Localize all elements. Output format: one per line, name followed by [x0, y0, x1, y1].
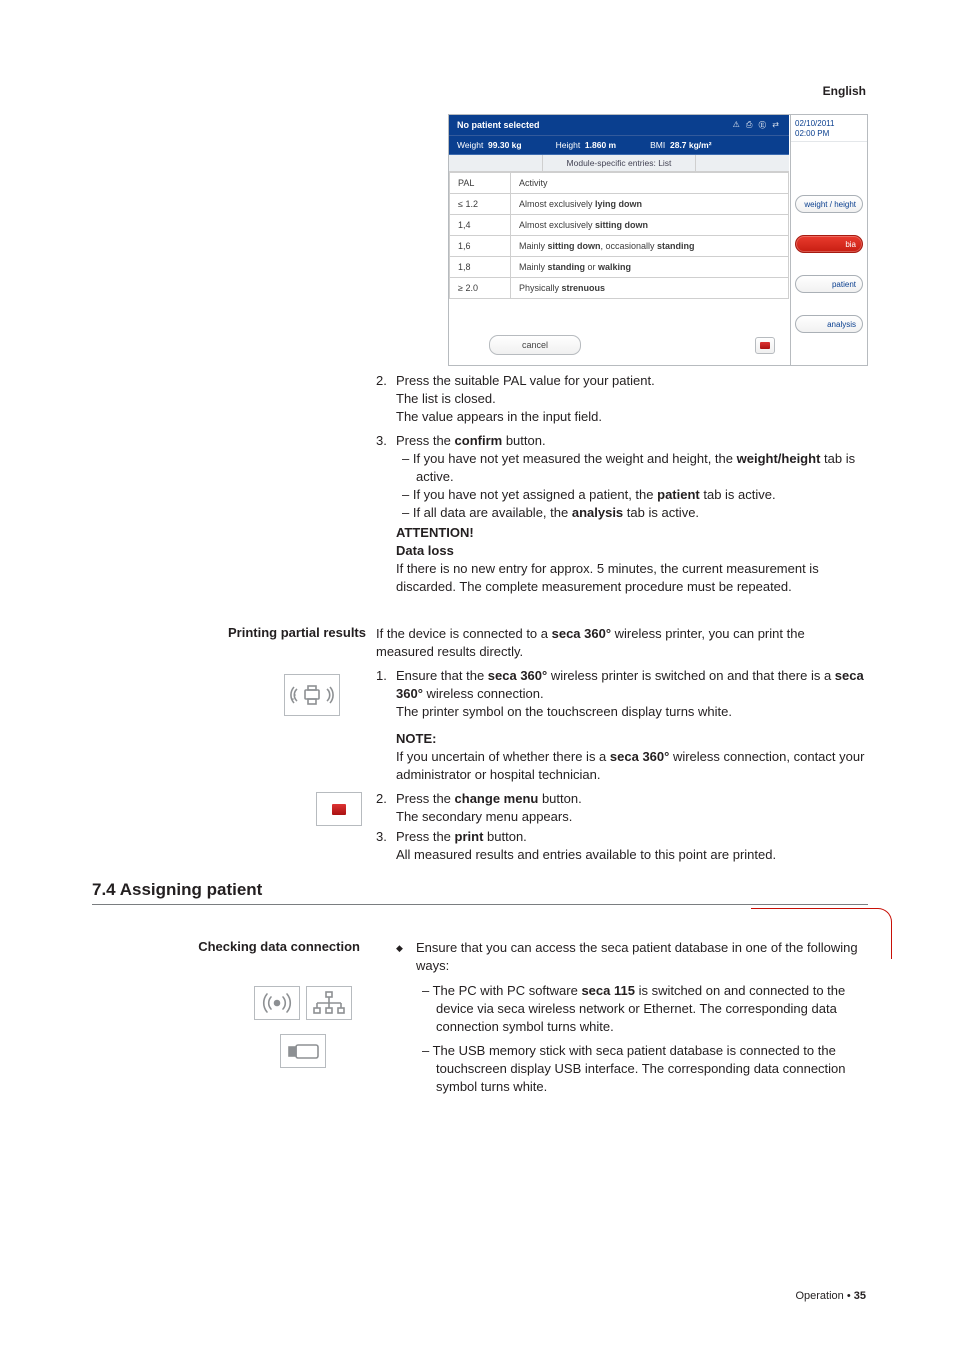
step-3: 3.Press the confirm button. If you have … — [376, 432, 866, 522]
tab-analysis[interactable]: analysis — [795, 315, 863, 333]
printer-wireless-icon — [284, 674, 340, 716]
usb-connection-icon — [280, 1034, 326, 1068]
ss-title: No patient selected — [457, 115, 540, 135]
cancel-button[interactable]: cancel — [489, 335, 581, 355]
footer: Operation • 35 — [795, 1290, 866, 1302]
wireless-connection-icon — [254, 986, 300, 1020]
ss-datetime: 02/10/201102:00 PM — [791, 115, 867, 142]
printing-note: NOTE: If you uncertain of whether there … — [396, 730, 866, 784]
step-2: 2.Press the suitable PAL value for your … — [376, 372, 866, 426]
heading-printing-partial: Printing partial results — [166, 625, 366, 640]
printing-intro: If the device is connected to a seca 360… — [376, 625, 866, 661]
ethernet-connection-icon — [306, 986, 352, 1020]
attention-block: ATTENTION! Data loss If there is no new … — [396, 524, 866, 596]
ss-status-icons: ⚠ ⎙ Ⓔ ⇄ — [733, 115, 781, 135]
ss-sub2: Module-specific entries: List — [542, 155, 697, 171]
device-screenshot: No patient selected ⚠ ⎙ Ⓔ ⇄ Weight 99.30… — [448, 114, 868, 366]
section-rule — [92, 904, 868, 905]
tab-patient[interactable]: patient — [795, 275, 863, 293]
connection-dashes: The PC with PC software seca 115 is swit… — [376, 982, 866, 1096]
heading-checking-connection: Checking data connection — [160, 939, 360, 954]
change-menu-screenshot-icon — [316, 792, 362, 826]
checking-bullet: Ensure that you can access the seca pati… — [376, 939, 866, 975]
change-menu-icon[interactable] — [755, 337, 775, 354]
language-label: English — [823, 84, 866, 98]
printing-step2: 2.Press the change menu button. The seco… — [376, 790, 866, 826]
tab-weight-height[interactable]: weight / height — [795, 195, 863, 213]
printing-step3: 3.Press the print button. All measured r… — [376, 828, 866, 864]
pal-table: PALActivity ≤ 1.2Almost exclusively lyin… — [449, 172, 789, 299]
tab-bia[interactable]: bia — [795, 235, 863, 253]
section-7-4-heading: 7.4 Assigning patient — [92, 880, 262, 900]
ss-measure-bar: Weight 99.30 kg Height 1.860 m BMI 28.7 … — [449, 136, 789, 154]
printing-step1: 1.Ensure that the seca 360° wireless pri… — [376, 667, 866, 721]
